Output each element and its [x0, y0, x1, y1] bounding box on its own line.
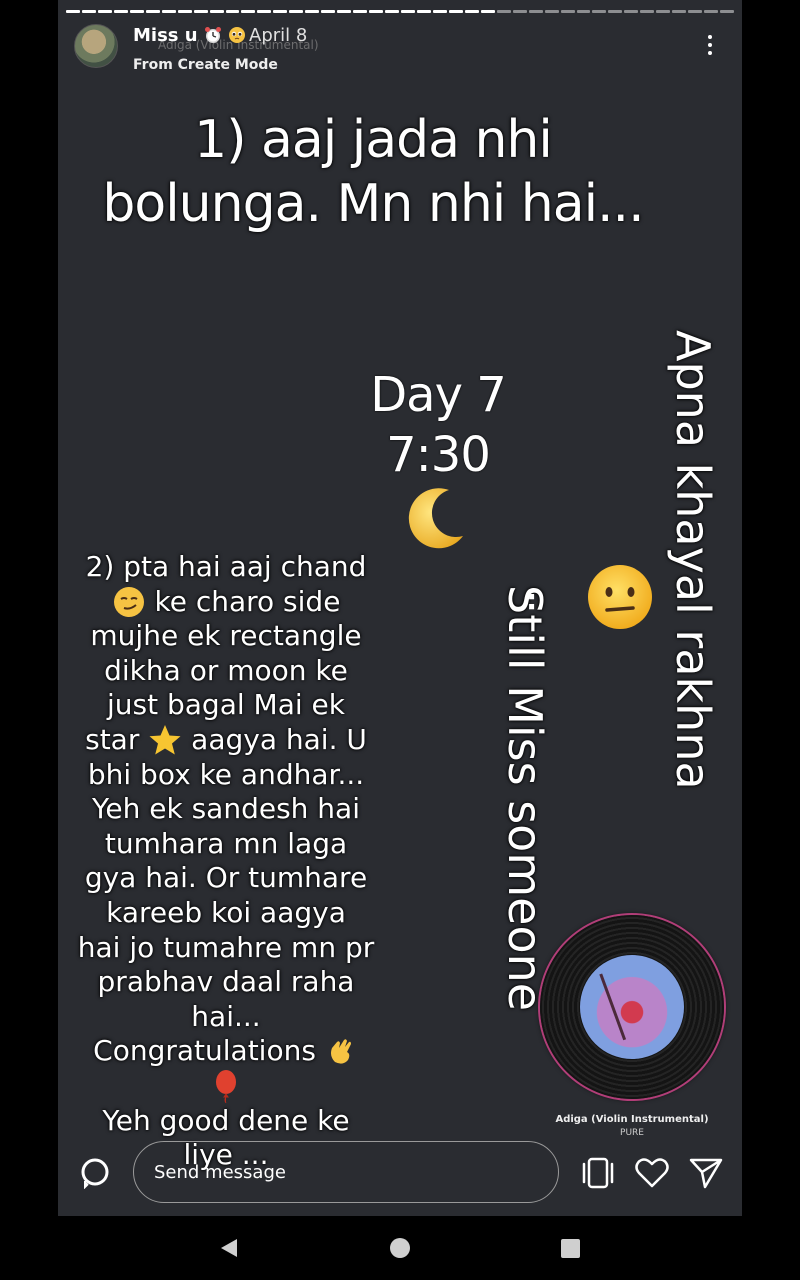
vertical-text-still-miss: Still Miss someone [498, 585, 552, 1012]
heart-icon[interactable] [634, 1155, 670, 1191]
heading-line-2: bolunga. Mn nhi hai... [102, 174, 644, 234]
send-icon[interactable] [688, 1155, 724, 1191]
body-line: bhi box ke andhar... [87, 757, 365, 791]
body-line: just bagal Mai ek [107, 688, 345, 722]
day-label: Day 7 [370, 367, 507, 423]
body-line: mujhe ek rectangle [90, 619, 362, 653]
alarm-clock-icon [204, 27, 221, 43]
layers-icon[interactable] [580, 1155, 616, 1191]
story-heading: 1) aaj jada nhi bolunga. Mn nhi hai... [88, 108, 658, 236]
smirk-face-icon [113, 586, 144, 617]
story-date: April 8 [249, 25, 308, 46]
story-progress-bar [66, 10, 735, 13]
balloon-icon [216, 1069, 236, 1103]
pleading-face-icon [229, 27, 246, 43]
star-icon [149, 724, 181, 755]
music-sticker-record[interactable] [540, 915, 724, 1099]
story-reply-bar: Send message [58, 1135, 742, 1215]
recents-icon[interactable] [561, 1239, 580, 1258]
body-line: kareeb koi aagya [106, 895, 346, 929]
body-line: Congratulations [70, 1034, 382, 1069]
clapping-hands-icon [330, 1039, 351, 1064]
search-icon[interactable] [80, 1157, 112, 1189]
body-line: dikha or moon ke [104, 653, 348, 687]
story-viewer[interactable]: Adiga (Violin Instrumental) Miss u April… [58, 0, 742, 1216]
body-line [70, 1069, 382, 1104]
body-line-text: aagya hai. U [191, 722, 367, 756]
back-icon[interactable] [219, 1238, 239, 1258]
home-icon[interactable] [390, 1238, 410, 1258]
colon-mark: : [526, 583, 538, 616]
avatar[interactable] [74, 24, 118, 68]
body-line: star aagya hai. U [70, 723, 382, 758]
username[interactable]: Miss u [133, 25, 246, 46]
send-message-placeholder: Send message [154, 1162, 286, 1183]
body-line: 2) pta hai aaj chand [85, 550, 367, 583]
body-line: Yeh good dene ke [102, 1103, 350, 1137]
crescent-moon-icon [408, 488, 463, 549]
body-line: ke charo side [70, 585, 382, 620]
send-message-input[interactable]: Send message [133, 1141, 559, 1203]
body-line: hai jo tumahre mn pr [77, 930, 375, 964]
username-text: Miss u [133, 25, 198, 46]
vertical-text-take-care: Apna khayal rakhna [666, 330, 720, 790]
song-title: Adiga (Violin Instrumental) [555, 1114, 709, 1125]
more-vertical-icon[interactable] [700, 30, 720, 60]
day-counter: Day 7 7:30 [338, 365, 538, 485]
body-line: hai... [191, 999, 261, 1033]
neutral-face-icon [588, 565, 652, 629]
body-line: prabhav daal raha [97, 965, 355, 999]
body-line: Yeh ek sandesh hai [91, 792, 360, 826]
body-line-text: ke charo side [154, 584, 341, 618]
body-line: gya hai. Or tumhare [84, 861, 368, 895]
body-line-text: star [85, 722, 140, 756]
heading-line-1: 1) aaj jada nhi [194, 110, 553, 170]
create-mode-label: From Create Mode [133, 57, 278, 73]
story-body-text: 2) pta hai aaj chand ke charo side mujhe… [70, 550, 382, 1173]
time-label: 7:30 [386, 427, 491, 483]
body-line: tumhara mn laga [104, 826, 348, 860]
body-line-text: Congratulations [93, 1034, 316, 1068]
album-art [580, 955, 684, 1059]
